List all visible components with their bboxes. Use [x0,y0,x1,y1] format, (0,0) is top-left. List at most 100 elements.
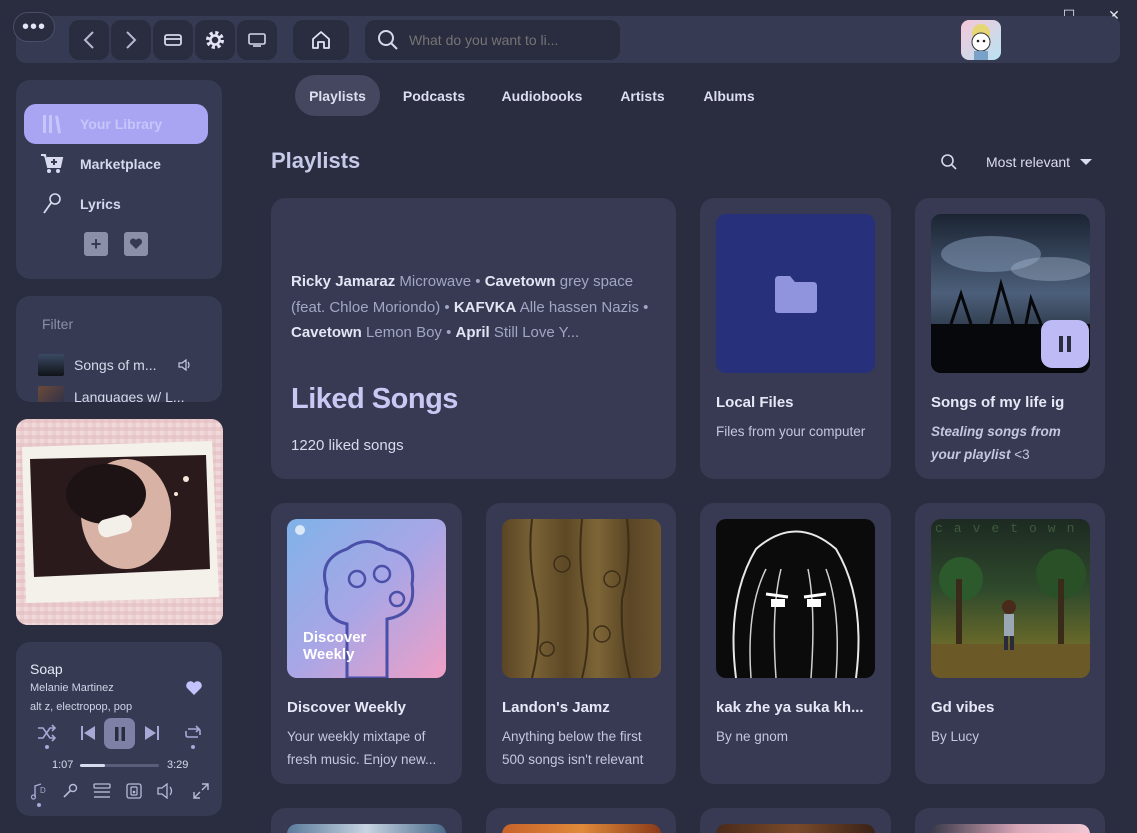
art-text: cavetown [935,521,1086,536]
liked-songs-title: Liked Songs [291,383,458,415]
sidebar-item-marketplace[interactable]: Marketplace [24,144,208,184]
sidebar-item-lyrics[interactable]: Lyrics [24,184,208,224]
library-item-label: Songs of m... [74,357,157,373]
card-title: kak zhe ya suka kh... [716,699,864,716]
forward-button[interactable] [111,20,151,60]
pause-overlay-button[interactable] [1041,320,1089,368]
playlist-card-kak-zhe[interactable]: kak zhe ya suka kh... By ne gnom [700,503,891,784]
repeat-button[interactable] [182,722,204,744]
page-title: Playlists [271,148,361,173]
speaker-icon [178,358,191,372]
liked-songs-card[interactable]: Ricky Jamaraz Microwave • Cavetown grey … [271,198,676,479]
home-icon [312,31,330,49]
shuffle-icon [38,724,57,742]
card-description: Stealing songs from your playlist <3 [931,424,1061,462]
progress-bar[interactable] [80,764,159,767]
repeat-icon [185,725,201,738]
track-title[interactable]: Soap [30,661,63,677]
home-button[interactable] [293,20,349,60]
expand-icon [193,783,209,799]
tab-podcasts[interactable]: Podcasts [392,75,476,116]
playlist-card-partial[interactable] [700,808,891,833]
speaker-icon [157,783,173,799]
playlist-card-local-files[interactable]: Local Files Files from your computer [700,198,891,479]
liked-songs-count: 1220 liked songs [291,437,404,454]
playlist-card-gd-vibes[interactable]: cavetown Gd vibes By Lucy [915,503,1105,784]
card-title: Songs of my life ig [931,394,1065,411]
shuffle-active-dot [45,745,49,749]
now-playing-view-button[interactable]: D [28,780,50,802]
microphone-icon [40,192,64,216]
now-playing-album-art[interactable] [16,419,223,625]
queue-button[interactable] [91,780,113,802]
track-genres: alt z, electropop, pop [30,701,133,713]
playlist-art [287,824,446,833]
sidebar-nav-panel: Your Library Marketplace Lyrics + [16,80,222,279]
tab-playlists[interactable]: Playlists [295,75,380,116]
skip-forward-icon [145,726,159,740]
library-item-label: Languages w/ L... [74,389,185,402]
marketplace-shortcut-button[interactable] [153,20,193,60]
user-avatar[interactable] [961,20,1001,60]
mini-player-button[interactable] [237,20,277,60]
avatar-image [971,24,991,60]
previous-button[interactable] [78,723,98,743]
card-description: By Lucy [931,729,980,744]
sidebar-item-label: Lyrics [80,196,121,212]
track-artist[interactable]: Melanie Martinez [30,682,114,694]
card-title: Discover Weekly [287,699,406,716]
svg-text:D: D [40,786,46,795]
like-button[interactable] [184,678,204,698]
repeat-active-dot [191,745,195,749]
sidebar-item-label: Marketplace [80,156,161,172]
duration-time: 3:29 [167,759,189,771]
elapsed-time: 1:07 [52,759,74,771]
menu-dots-button[interactable]: ••• [13,12,55,42]
volume-button[interactable] [155,780,177,802]
playlist-card-partial[interactable] [271,808,462,833]
liked-filter-button[interactable] [124,232,148,256]
filter-input[interactable]: Filter [42,316,73,332]
back-button[interactable] [69,20,109,60]
art-text: Discover Weekly [303,629,367,663]
playlist-art [502,519,661,678]
sort-dropdown[interactable]: Most relevant [986,154,1093,170]
library-list-panel: Filter Songs of m... Languages w/ L... [16,296,222,402]
chevron-right-icon [126,31,137,49]
liked-songs-preview: Ricky Jamaraz Microwave • Cavetown grey … [291,273,649,341]
device-icon [126,783,142,799]
playlist-card-partial[interactable] [915,808,1105,833]
card-description: Files from your computer [716,424,866,439]
shuffle-button[interactable] [36,722,58,744]
library-icon [40,112,64,136]
settings-button[interactable] [195,20,235,60]
heart-icon [129,238,143,249]
connect-device-button[interactable] [123,780,145,802]
next-button[interactable] [142,723,162,743]
playlist-art: Discover Weekly [287,519,446,678]
card-description: By ne gnom [716,729,789,744]
search-input[interactable] [409,32,599,48]
add-playlist-button[interactable]: + [84,232,108,256]
search-bar[interactable] [365,20,620,60]
playlist-card-partial[interactable] [486,808,676,833]
tab-audiobooks[interactable]: Audiobooks [490,75,594,116]
card-title: Local Files [716,394,794,411]
library-item[interactable]: Songs of m... [38,354,192,376]
gear-icon [206,31,224,49]
playlist-card-landons-jamz[interactable]: Landon's Jamz Anything below the first 5… [486,503,676,784]
lyrics-button[interactable] [59,780,81,802]
section-search-button[interactable] [940,153,960,173]
album-art-image [16,419,223,625]
library-item[interactable]: Languages w/ L... [38,386,185,402]
tab-albums[interactable]: Albums [693,75,765,116]
playlist-card-songs-of-my-life[interactable]: Songs of my life ig Stealing songs from … [915,198,1105,479]
cart-icon [40,152,64,176]
pause-button[interactable] [104,718,135,749]
tab-artists[interactable]: Artists [610,75,675,116]
playlist-card-discover-weekly[interactable]: Discover Weekly Discover Weekly Your wee… [271,503,462,784]
fullscreen-button[interactable] [190,780,212,802]
playlist-art [931,824,1090,833]
sidebar-item-your-library[interactable]: Your Library [24,104,208,144]
playlist-art [502,824,661,833]
